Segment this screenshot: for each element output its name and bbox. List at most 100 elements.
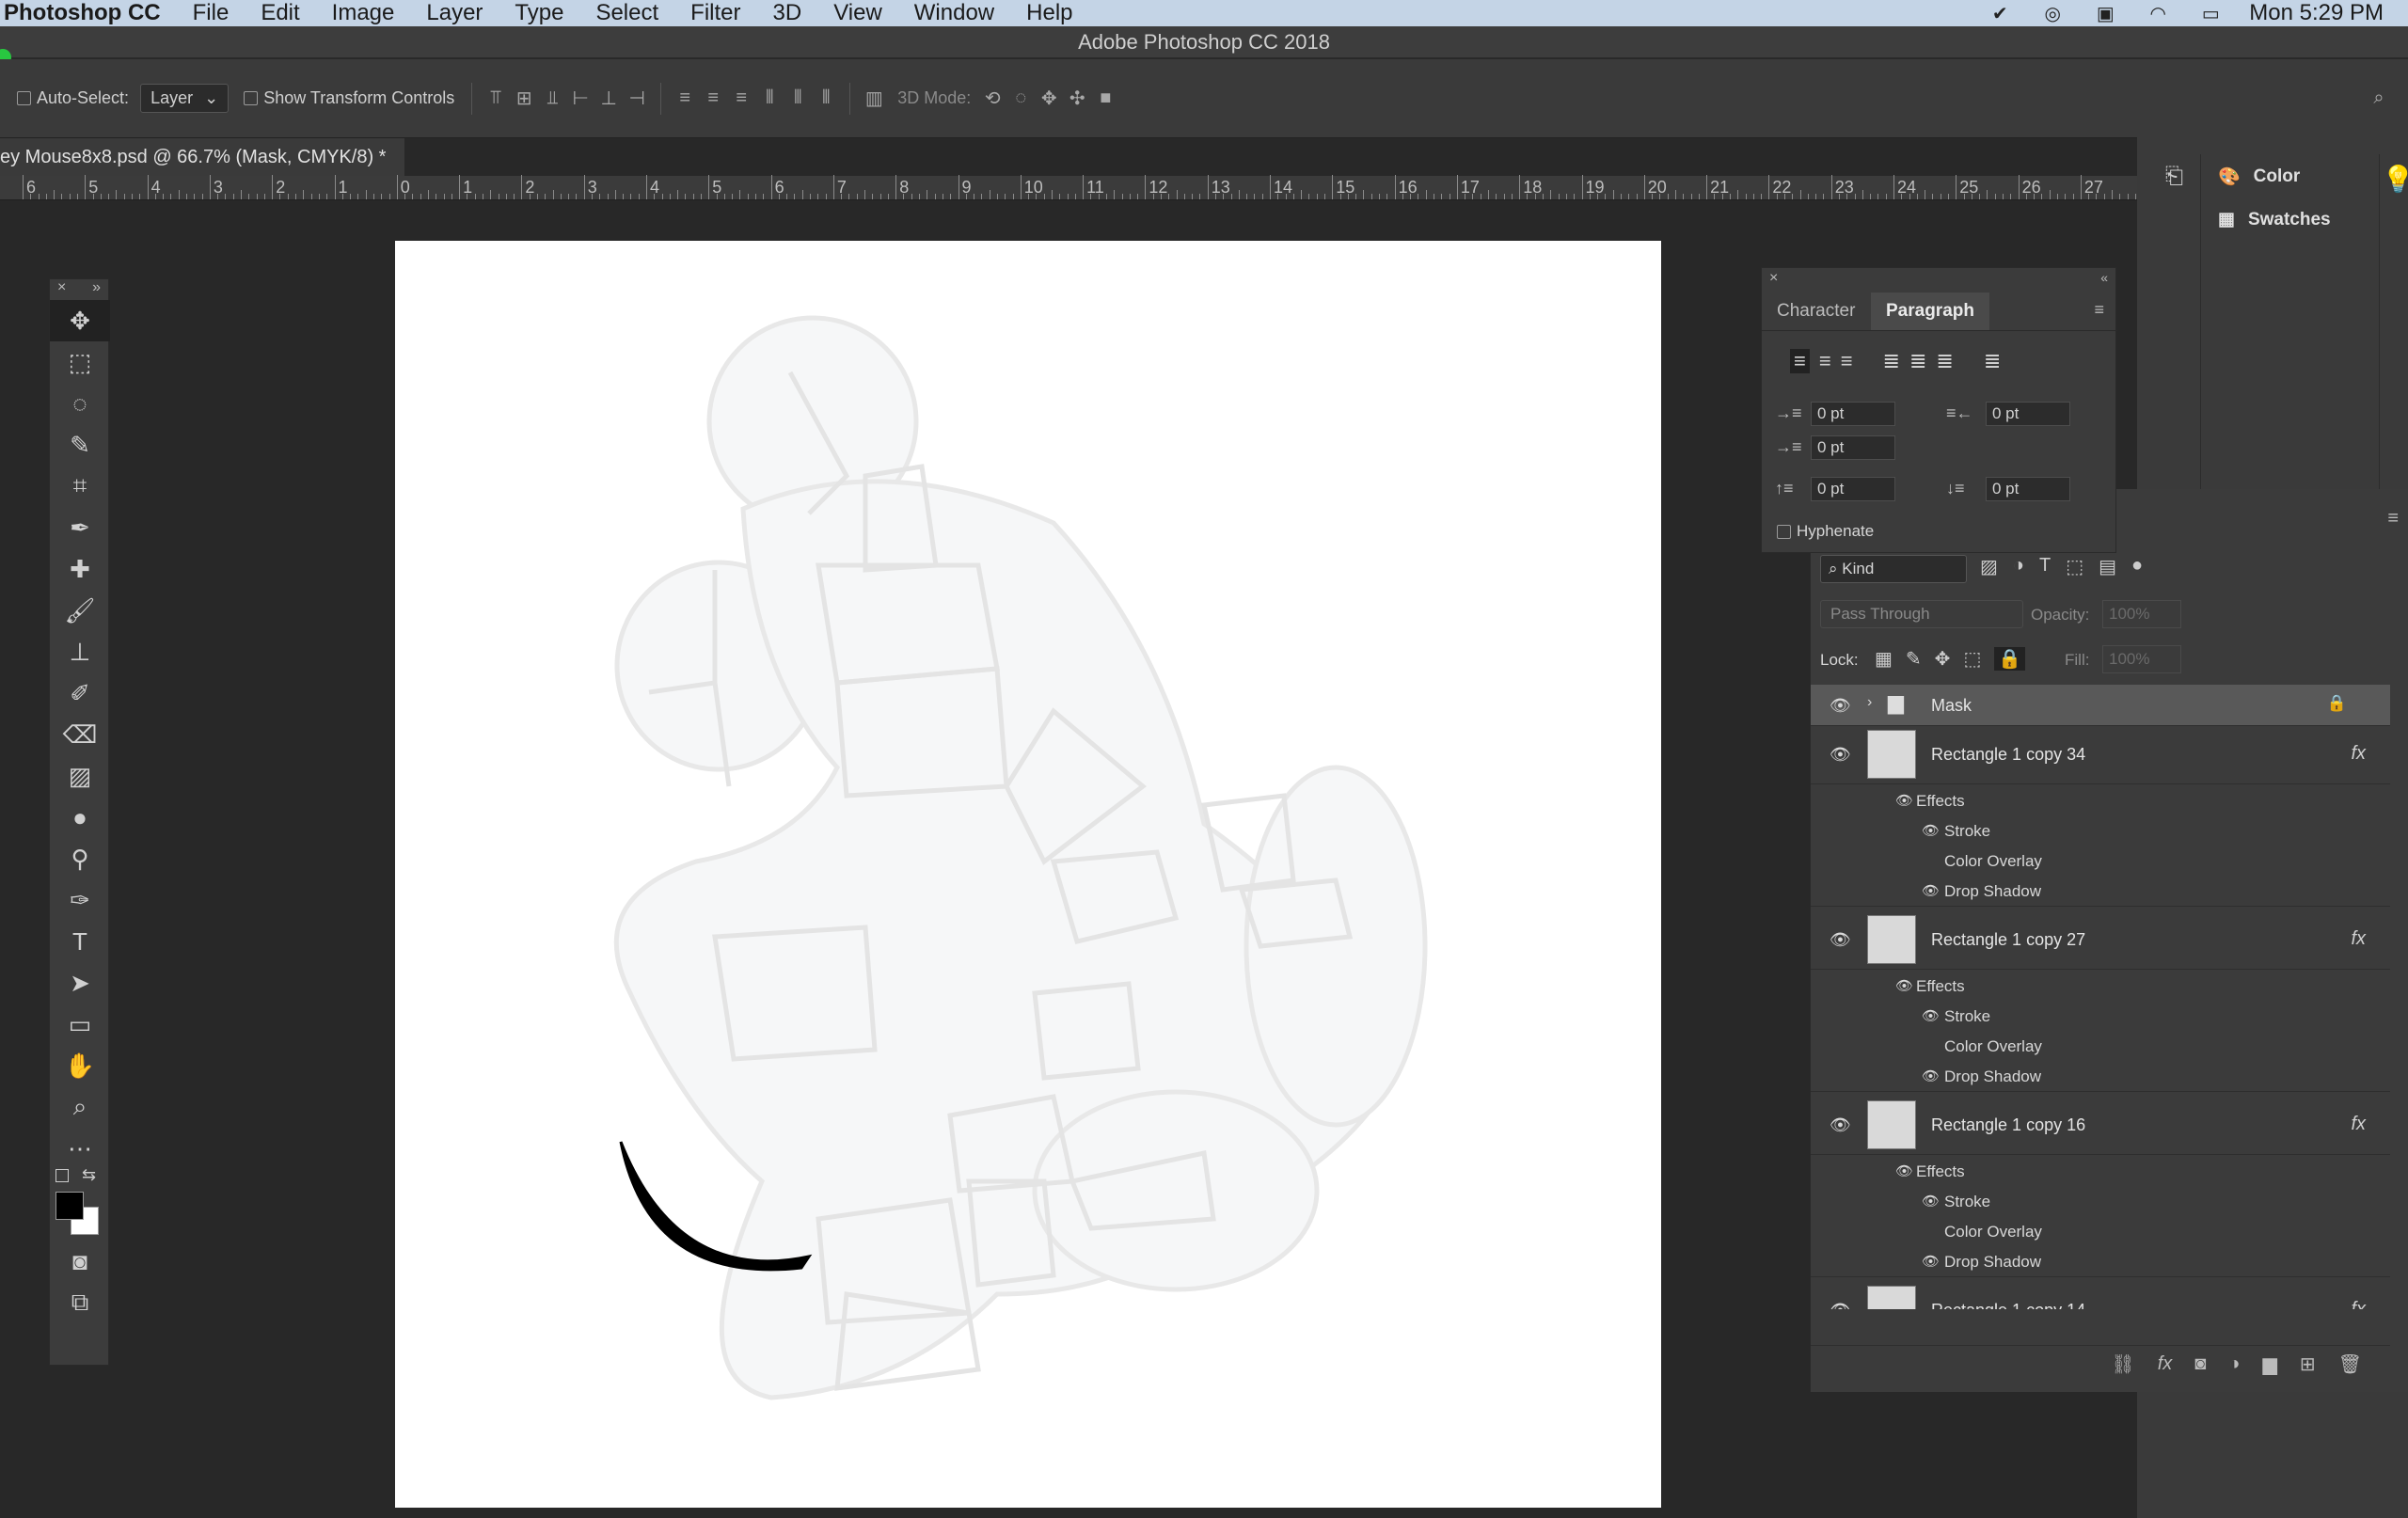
visibility-eye-icon[interactable]: 👁	[1922, 1067, 1940, 1084]
app-menu[interactable]: Photoshop CC	[4, 0, 161, 26]
stamp-tool-icon[interactable]: ⊥	[50, 631, 110, 672]
menu-select[interactable]: Select	[595, 0, 658, 26]
panel-menu-icon[interactable]: ≡	[2387, 508, 2399, 530]
indent-right-field[interactable]: 0 pt	[1986, 402, 2070, 426]
distribute-vcenter-icon[interactable]: ≡	[699, 85, 727, 113]
brush-tool-icon[interactable]: 🖌	[50, 590, 110, 631]
effect-stroke-row[interactable]: 👁 Stroke	[1811, 816, 2390, 846]
effect-color-overlay-row[interactable]: Color Overlay	[1811, 1217, 2390, 1247]
menu-window[interactable]: Window	[914, 0, 994, 26]
layer-row[interactable]: 👁 Rectangle 1 copy 34 fx	[1811, 726, 2390, 784]
align-center-text-icon[interactable]: ≡	[1819, 349, 1831, 373]
align-left-icon[interactable]: ⊢	[566, 85, 594, 113]
clock[interactable]: Mon 5:29 PM	[2249, 0, 2384, 26]
close-icon[interactable]: ×	[1769, 270, 1778, 287]
zoom-tool-icon[interactable]: ⌕	[50, 1086, 110, 1128]
effect-stroke-row[interactable]: 👁 Stroke	[1811, 1187, 2390, 1217]
3d-pan-icon[interactable]: ✥	[1035, 85, 1063, 113]
document-canvas[interactable]	[395, 241, 1661, 1508]
screen-mode-icon[interactable]: ⧉	[50, 1282, 110, 1323]
eyedropper-tool-icon[interactable]: ✒	[50, 507, 110, 548]
align-right-text-icon[interactable]: ≡	[1841, 349, 1853, 373]
visibility-eye-icon[interactable]: 👁	[1922, 1193, 1940, 1210]
indent-first-line-field[interactable]: 0 pt	[1811, 435, 1895, 460]
layer-group-mask[interactable]: 👁 › ▆ Mask 🔒	[1811, 685, 2390, 726]
lock-artboard-icon[interactable]: ⬚	[1963, 647, 1981, 671]
status-check-icon[interactable]: ✔	[1986, 3, 2014, 24]
space-after-field[interactable]: 0 pt	[1986, 477, 2070, 501]
close-icon[interactable]: ×	[57, 279, 66, 300]
fx-icon[interactable]: fx	[2351, 743, 2366, 765]
filter-pixel-icon[interactable]: ▨	[1980, 555, 1998, 578]
visibility-eye-icon[interactable]: 👁	[1895, 977, 1913, 994]
effect-drop-shadow-row[interactable]: 👁 Drop Shadow	[1811, 1247, 2390, 1277]
indent-left-field[interactable]: 0 pt	[1811, 402, 1895, 426]
document-tab[interactable]: ey Mouse8x8.psd @ 66.7% (Mask, CMYK/8) *	[0, 138, 404, 176]
justify-last-center-icon[interactable]: ≣	[1909, 349, 1926, 373]
layer-row[interactable]: 👁 Rectangle 1 copy 14 fx	[1811, 1282, 2390, 1309]
expand-icon[interactable]: »	[92, 279, 101, 300]
menu-layer[interactable]: Layer	[426, 0, 483, 26]
filter-toggle-icon[interactable]: ●	[2131, 555, 2143, 578]
menu-type[interactable]: Type	[515, 0, 563, 26]
show-transform-checkbox[interactable]	[244, 91, 259, 105]
lock-all-icon[interactable]: 🔒	[1994, 647, 2026, 671]
auto-select-checkbox[interactable]	[17, 91, 31, 105]
search-icon[interactable]: ⌕	[2365, 85, 2393, 113]
menu-edit[interactable]: Edit	[261, 0, 299, 26]
notification-icon[interactable]: ▣	[2091, 3, 2119, 24]
pen-tool-icon[interactable]: ✑	[50, 879, 110, 921]
lightbulb-icon[interactable]: 💡	[2382, 164, 2408, 195]
3d-scale-icon[interactable]: ■	[1091, 85, 1119, 113]
space-before-field[interactable]: 0 pt	[1811, 477, 1895, 501]
layer-row[interactable]: 👁 Rectangle 1 copy 27 fx	[1811, 911, 2390, 970]
visibility-eye-icon[interactable]: 👁	[1830, 930, 1851, 950]
fill-field[interactable]: 100%	[2102, 645, 2181, 673]
distribute-bottom-icon[interactable]: ≡	[727, 85, 755, 113]
effect-color-overlay-row[interactable]: Color Overlay	[1811, 846, 2390, 877]
gradient-tool-icon[interactable]: ▨	[50, 755, 110, 797]
effects-row[interactable]: 👁 Effects	[1811, 972, 2390, 1002]
opacity-field[interactable]: 100%	[2102, 600, 2181, 628]
rectangle-tool-icon[interactable]: ▭	[50, 1004, 110, 1045]
justify-last-left-icon[interactable]: ≣	[1883, 349, 1900, 373]
lock-position-icon[interactable]: ✥	[1935, 647, 1951, 671]
quick-mask-icon[interactable]: ◙	[50, 1241, 110, 1282]
visibility-eye-icon[interactable]: 👁	[1922, 882, 1940, 899]
move-tool-icon[interactable]: ✥	[50, 300, 110, 341]
lasso-tool-icon[interactable]: ◌	[50, 383, 110, 424]
menu-filter[interactable]: Filter	[690, 0, 740, 26]
visibility-eye-icon[interactable]: 👁	[1922, 822, 1940, 839]
new-group-icon[interactable]: ▆	[2262, 1352, 2276, 1376]
visibility-eye-icon[interactable]: 👁	[1922, 1253, 1940, 1270]
swap-colors-icon[interactable]: ⇆	[82, 1165, 96, 1185]
auto-select-dropdown[interactable]: Layer ⌄	[140, 84, 230, 113]
default-colors-icon[interactable]	[55, 1169, 69, 1182]
visibility-eye-icon[interactable]: 👁	[1895, 1162, 1913, 1179]
healing-tool-icon[interactable]: ✚	[50, 548, 110, 590]
menu-view[interactable]: View	[833, 0, 882, 26]
creative-cloud-icon[interactable]: ◎	[2038, 3, 2067, 24]
fx-icon[interactable]: fx	[2351, 1114, 2366, 1135]
history-brush-tool-icon[interactable]: ✐	[50, 672, 110, 714]
visibility-eye-icon[interactable]: 👁	[1895, 792, 1913, 809]
justify-last-right-icon[interactable]: ≣	[1936, 349, 1953, 373]
quick-select-tool-icon[interactable]: ✎	[50, 424, 110, 466]
battery-icon[interactable]: ▭	[2196, 3, 2225, 24]
crop-tool-icon[interactable]: ⌗	[50, 466, 110, 507]
eraser-tool-icon[interactable]: ⌫	[50, 714, 110, 755]
effect-drop-shadow-row[interactable]: 👁 Drop Shadow	[1811, 1062, 2390, 1092]
link-layers-icon[interactable]: ⛓	[2111, 1352, 2134, 1376]
distribute-hcenter-icon[interactable]: ⦀	[784, 85, 812, 113]
visibility-eye-icon[interactable]: 👁	[1830, 1115, 1851, 1135]
path-select-tool-icon[interactable]: ➤	[50, 962, 110, 1004]
filter-smart-object-icon[interactable]: ▤	[2099, 555, 2116, 578]
add-style-icon[interactable]: fx	[2158, 1353, 2173, 1375]
distribute-right-icon[interactable]: ⦀	[812, 85, 840, 113]
justify-all-icon[interactable]: ≣	[1984, 349, 2001, 373]
auto-align-icon[interactable]: ▥	[860, 85, 888, 113]
visibility-eye-icon[interactable]: 👁	[1830, 745, 1851, 765]
marquee-tool-icon[interactable]: ⬚	[50, 341, 110, 383]
history-icon[interactable]: ⎗	[2148, 164, 2200, 190]
effect-stroke-row[interactable]: 👁 Stroke	[1811, 1002, 2390, 1032]
